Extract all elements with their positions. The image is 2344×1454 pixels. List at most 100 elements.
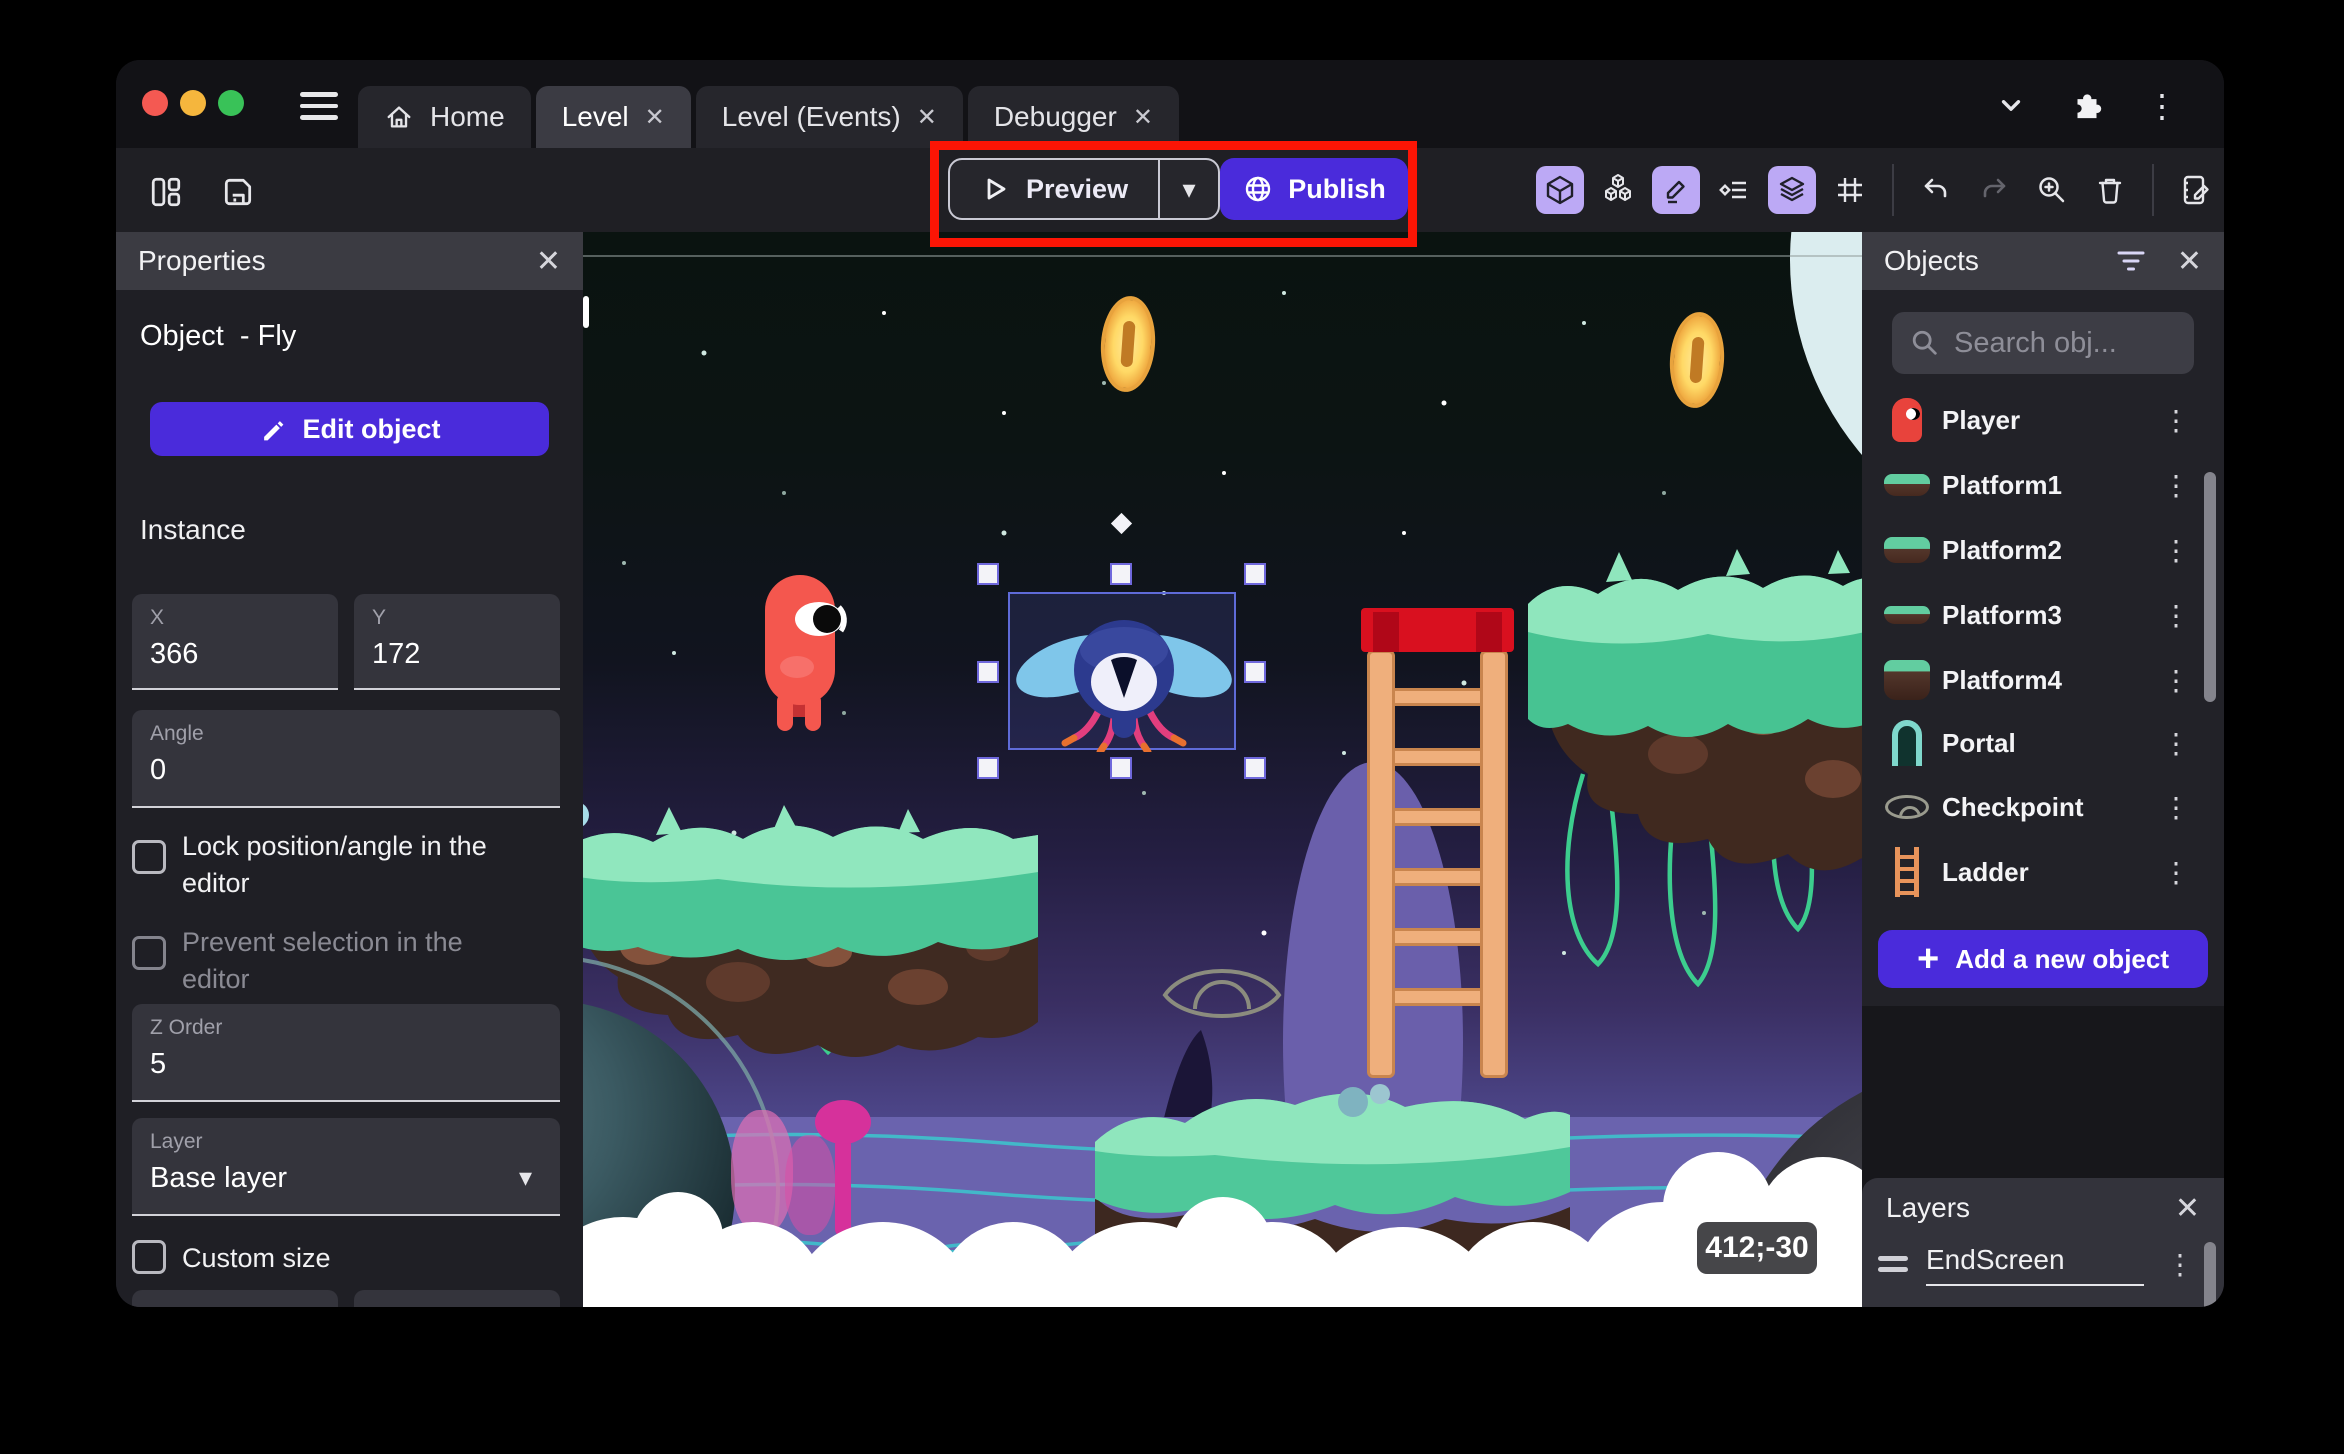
selection-handle[interactable] xyxy=(977,563,999,585)
scene-canvas[interactable]: 412;-30 xyxy=(583,232,1862,1307)
layer-row-ui[interactable]: UI ⋮ xyxy=(1862,1296,2224,1307)
objects-scrollbar[interactable] xyxy=(2204,472,2216,702)
kebab-menu-icon[interactable]: ⋮ xyxy=(2162,664,2190,697)
platform2-thumbnail xyxy=(1884,524,1930,576)
tab-label: Home xyxy=(430,101,505,132)
object-row-player[interactable]: Player ⋮ xyxy=(1862,388,2224,452)
close-icon[interactable]: ✕ xyxy=(2175,1191,2200,1226)
selection-handle[interactable] xyxy=(977,757,999,779)
preview-button[interactable]: Preview xyxy=(950,160,1161,218)
hamburger-menu-icon[interactable] xyxy=(300,92,338,120)
tab-level[interactable]: Level ✕ xyxy=(535,86,691,148)
angle-field[interactable]: Angle 0 xyxy=(132,710,560,808)
tab-home[interactable]: Home xyxy=(358,86,531,148)
tab-close-icon[interactable]: ✕ xyxy=(645,103,665,132)
close-icon[interactable]: ✕ xyxy=(536,244,561,279)
selection-handle[interactable] xyxy=(1244,563,1266,585)
selection-handle[interactable] xyxy=(1244,661,1266,683)
properties-panel: Properties ✕ Object - Fly Edit object In… xyxy=(116,232,583,1307)
coral-plant xyxy=(835,1137,851,1237)
tab-close-icon[interactable]: ✕ xyxy=(1133,103,1153,132)
chevron-down-icon[interactable] xyxy=(1994,89,2028,123)
lock-position-checkbox[interactable] xyxy=(132,840,166,874)
x-field[interactable]: X 366 xyxy=(132,594,338,690)
platform-island-topright[interactable] xyxy=(1528,484,1862,1044)
trash-icon[interactable] xyxy=(2086,166,2134,214)
tab-close-icon[interactable]: ✕ xyxy=(917,103,937,132)
home-icon xyxy=(387,106,411,128)
caret-down-icon: ▾ xyxy=(518,1162,532,1192)
search-input[interactable] xyxy=(1954,326,2174,360)
instance-heading: Instance xyxy=(140,514,246,545)
undo-icon[interactable] xyxy=(1912,166,1960,214)
cloud xyxy=(633,1192,723,1282)
object-row-platform2[interactable]: Platform2 ⋮ xyxy=(1862,518,2224,582)
y-field[interactable]: Y 172 xyxy=(354,594,560,690)
z-order-field[interactable]: Z Order 5 xyxy=(132,1004,560,1102)
layer-dropdown[interactable]: Layer Base layer ▾ xyxy=(132,1118,560,1216)
maximize-window-button[interactable] xyxy=(218,90,244,116)
angle-label: Angle xyxy=(150,722,204,745)
scene-notes-edit-icon[interactable] xyxy=(2172,166,2220,214)
kebab-menu-icon[interactable]: ⋮ xyxy=(2162,599,2190,632)
search-box[interactable] xyxy=(1892,312,2194,374)
ladder-object[interactable] xyxy=(1361,608,1514,1078)
field-stub xyxy=(354,1290,560,1307)
selection-handle[interactable] xyxy=(1110,757,1132,779)
objects-cubes-icon[interactable] xyxy=(1594,166,1642,214)
filter-icon[interactable] xyxy=(2115,248,2147,274)
edit-object-button[interactable]: Edit object xyxy=(150,402,549,456)
add-object-label: Add a new object xyxy=(1955,943,2169,974)
zoom-in-icon[interactable] xyxy=(2028,166,2076,214)
selection-handle[interactable] xyxy=(977,661,999,683)
kebab-menu-icon[interactable]: ⋮ xyxy=(2146,87,2178,125)
close-icon[interactable]: ✕ xyxy=(2177,244,2202,279)
selection-handle[interactable] xyxy=(1244,757,1266,779)
layers-scrollbar[interactable] xyxy=(2204,1242,2216,1307)
kebab-menu-icon[interactable]: ⋮ xyxy=(2162,404,2190,437)
object-row-checkpoint[interactable]: Checkpoint ⋮ xyxy=(1862,775,2224,839)
player-object[interactable] xyxy=(757,565,849,737)
add-object-button[interactable]: + Add a new object xyxy=(1878,930,2208,988)
layers-icon[interactable] xyxy=(1768,166,1816,214)
layers-panel: Layers ✕ EndScreen ⋮ UI ⋮ Base layer ⋮ B… xyxy=(1862,1178,2224,1307)
kebab-menu-icon[interactable]: ⋮ xyxy=(2166,1248,2194,1281)
kebab-menu-icon[interactable]: ⋮ xyxy=(2162,469,2190,502)
preview-dropdown-caret[interactable]: ▾ xyxy=(1160,160,1218,218)
tab-debugger[interactable]: Debugger ✕ xyxy=(967,86,1179,148)
extensions-puzzle-icon[interactable] xyxy=(2068,87,2106,125)
close-window-button[interactable] xyxy=(142,90,168,116)
edit-mode-pencil-icon[interactable] xyxy=(1652,166,1700,214)
kebab-menu-icon[interactable]: ⋮ xyxy=(2162,856,2190,889)
layer-name: UI xyxy=(1926,1304,2144,1307)
objects-header: Objects ✕ xyxy=(1862,232,2224,290)
object-row-portal[interactable]: Portal ⋮ xyxy=(1862,711,2224,775)
lock-position-label: Lock position/angle in the editor xyxy=(182,831,487,898)
custom-size-checkbox[interactable] xyxy=(132,1240,166,1274)
drag-handle-icon[interactable] xyxy=(1878,1256,1908,1272)
properties-title: Properties xyxy=(138,245,266,276)
open-panels-layout-icon[interactable] xyxy=(142,168,190,216)
instances-list-icon[interactable] xyxy=(1710,166,1758,214)
kebab-menu-icon[interactable]: ⋮ xyxy=(2162,791,2190,824)
prevent-selection-checkbox[interactable] xyxy=(132,936,166,970)
field-stub xyxy=(132,1290,338,1307)
publish-button[interactable]: Publish xyxy=(1220,158,1408,220)
minimize-window-button[interactable] xyxy=(180,90,206,116)
kebab-menu-icon[interactable]: ⋮ xyxy=(2162,727,2190,760)
object-row-platform4[interactable]: Platform4 ⋮ xyxy=(1862,648,2224,712)
save-icon[interactable] xyxy=(214,168,262,216)
redo-icon[interactable] xyxy=(1970,166,2018,214)
object-row-ladder[interactable]: Ladder ⋮ xyxy=(1862,840,2224,904)
selection-handle[interactable] xyxy=(1110,563,1132,585)
object-row-platform1[interactable]: Platform1 ⋮ xyxy=(1862,453,2224,517)
kebab-menu-icon[interactable]: ⋮ xyxy=(2162,534,2190,567)
portal-thumbnail xyxy=(1884,717,1930,769)
selected-fly-instance[interactable] xyxy=(1008,592,1236,752)
tab-level-events[interactable]: Level (Events) ✕ xyxy=(695,86,963,148)
object-row-platform3[interactable]: Platform3 ⋮ xyxy=(1862,583,2224,647)
layer-row-endscreen[interactable]: EndScreen ⋮ xyxy=(1862,1236,2224,1296)
toggle-3d-view-icon[interactable] xyxy=(1536,166,1584,214)
grid-icon[interactable] xyxy=(1826,166,1874,214)
globe-icon xyxy=(1246,176,1271,202)
